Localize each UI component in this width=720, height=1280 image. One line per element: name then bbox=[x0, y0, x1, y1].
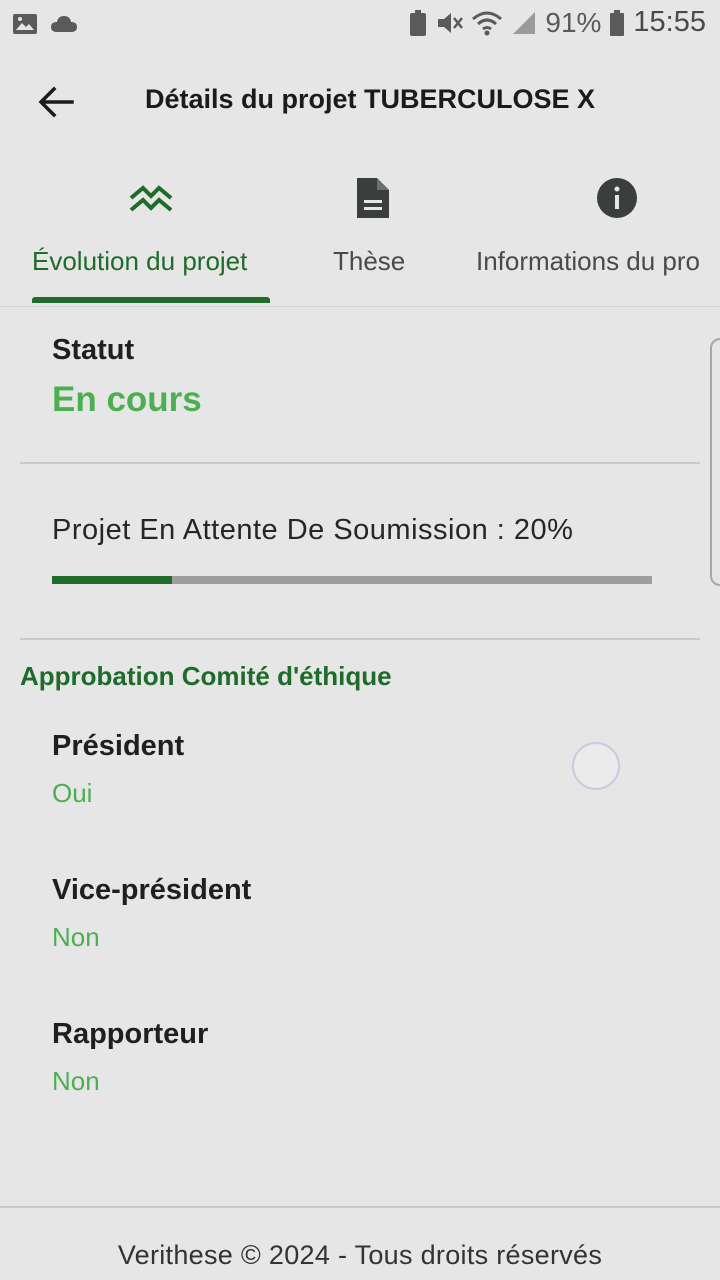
battery-saver-icon bbox=[410, 9, 427, 36]
president-value: Oui bbox=[52, 778, 93, 808]
tab-informations-label: Informations du pro bbox=[476, 246, 701, 276]
divider bbox=[20, 638, 700, 640]
footer-text: Verithese © 2024 - Tous droits réservés bbox=[117, 1240, 603, 1270]
tab-these[interactable]: Thèse bbox=[333, 160, 413, 306]
progress-bar-fill bbox=[52, 576, 172, 584]
vice-president-value: Non bbox=[52, 922, 100, 952]
tab-bar: Évolution du projet Thèse Informations d… bbox=[0, 160, 720, 307]
image-notification-icon bbox=[13, 14, 37, 34]
progress-text: Projet En Attente De Soumission : 20% bbox=[52, 514, 574, 546]
tab-evolution[interactable]: Évolution du projet bbox=[32, 160, 270, 306]
mute-icon bbox=[438, 12, 464, 33]
tab-evolution-label: Évolution du projet bbox=[32, 246, 248, 276]
active-tab-indicator bbox=[32, 297, 270, 303]
status-value: En cours bbox=[52, 380, 202, 419]
president-radio[interactable] bbox=[572, 742, 620, 790]
double-chevron-up-icon bbox=[129, 185, 173, 212]
status-bar: 91% 15:55 bbox=[0, 0, 720, 50]
wifi-icon bbox=[472, 11, 503, 35]
footer-divider bbox=[0, 1206, 720, 1208]
page-title: Détails du projet TUBERCULOSE X bbox=[144, 84, 596, 114]
battery-icon bbox=[610, 9, 625, 36]
rapporteur-label: Rapporteur bbox=[52, 1018, 209, 1050]
scroll-handle[interactable] bbox=[710, 338, 720, 586]
status-left-icons bbox=[12, 12, 78, 36]
president-label: Président bbox=[52, 730, 185, 762]
status-label: Statut bbox=[52, 334, 135, 366]
clock: 15:55 bbox=[633, 6, 706, 38]
tab-these-label: Thèse bbox=[333, 246, 406, 276]
tab-informations[interactable]: Informations du pro bbox=[476, 160, 720, 306]
back-button[interactable] bbox=[34, 80, 78, 124]
vice-president-label: Vice-président bbox=[52, 874, 252, 906]
arrow-back-icon bbox=[38, 86, 74, 118]
rapporteur-value: Non bbox=[52, 1066, 100, 1096]
info-icon bbox=[597, 178, 637, 218]
section-title: Approbation Comité d'éthique bbox=[20, 661, 392, 691]
divider bbox=[20, 462, 700, 464]
status-right: 91% 15:55 bbox=[409, 6, 706, 39]
document-icon bbox=[357, 178, 389, 218]
battery-percent: 91% bbox=[545, 6, 602, 38]
signal-icon bbox=[513, 11, 536, 34]
cloud-icon bbox=[51, 16, 77, 32]
